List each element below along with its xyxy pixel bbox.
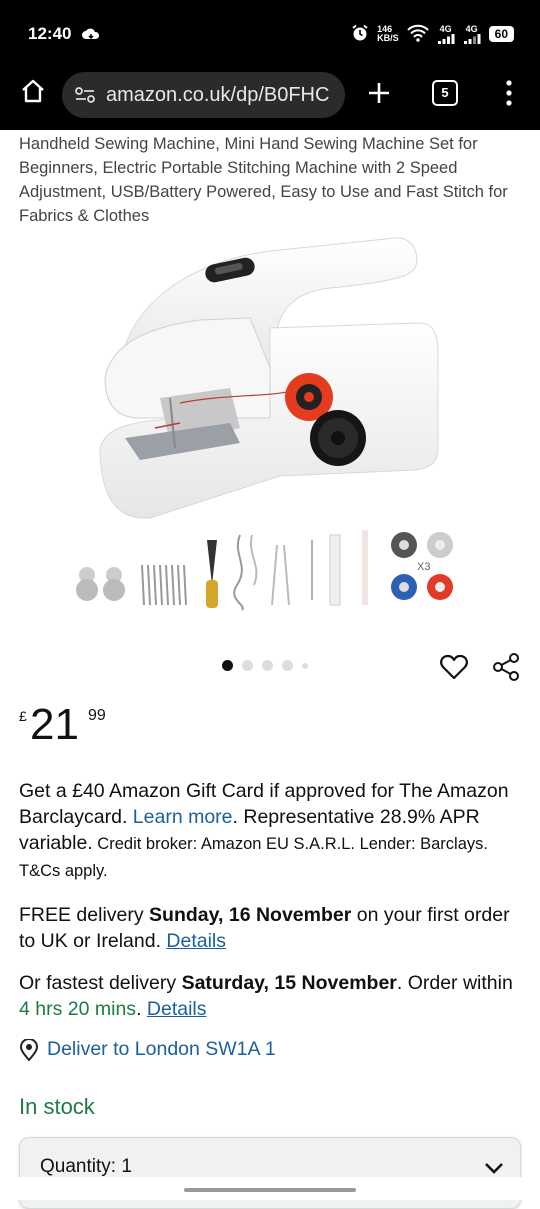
status-icons: 146 KB/S 4G 4G 60 (351, 24, 514, 44)
system-nav-bar (0, 1177, 540, 1200)
alarm-icon (351, 24, 369, 44)
cloud-icon (82, 26, 100, 45)
signal-icon-2: 4G (463, 24, 481, 44)
clock: 12:40 (28, 24, 72, 43)
learn-more-link[interactable]: Learn more (133, 806, 233, 828)
credit-offer: Get a £40 Amazon Gift Card if approved f… (19, 780, 509, 880)
image-carousel-indicator[interactable] (222, 660, 308, 671)
free-delivery-info: FREE delivery Sunday, 16 November on you… (19, 904, 510, 952)
carousel-dot[interactable] (222, 660, 233, 671)
status-bar: 12:40 146 KB/S 4G 4G 60 (0, 0, 540, 64)
net-speed: 146 KB/S (377, 24, 399, 43)
price-whole: 21 (30, 700, 79, 749)
address-bar[interactable]: amazon.co.uk/dp/B0FHC (62, 72, 345, 118)
heart-icon[interactable] (439, 652, 469, 682)
product-image[interactable] (80, 228, 460, 528)
battery-indicator: 60 (488, 26, 514, 42)
overflow-menu-icon[interactable] (504, 78, 514, 108)
carousel-dot[interactable] (242, 660, 253, 671)
tab-switcher-button[interactable]: 5 (432, 80, 458, 106)
signal-icon-1: 4G (437, 24, 455, 44)
url-text: amazon.co.uk/dp/B0FHC (106, 83, 330, 106)
location-pin-icon (19, 1038, 39, 1061)
gesture-handle[interactable] (184, 1188, 356, 1192)
fastest-delivery-info: Or fastest delivery Saturday, 15 Novembe… (19, 972, 513, 1020)
fast-delivery-details-link[interactable]: Details (147, 998, 207, 1020)
carousel-dot[interactable] (282, 660, 293, 671)
deliver-to-link[interactable]: Deliver to London SW1A 1 (19, 1038, 276, 1061)
carousel-dot[interactable] (262, 660, 273, 671)
browser-toolbar: amazon.co.uk/dp/B0FHC 5 (0, 64, 540, 130)
new-tab-icon[interactable] (364, 78, 394, 108)
product-title: Handheld Sewing Machine, Mini Hand Sewin… (19, 135, 508, 225)
delivery-details-link[interactable]: Details (166, 930, 226, 952)
price-currency: £ (19, 708, 27, 724)
delivery-countdown: 4 hrs 20 mins (19, 998, 137, 1020)
site-settings-icon[interactable] (74, 84, 96, 106)
accessories-image: X3 (76, 530, 453, 611)
share-icon[interactable] (491, 652, 521, 682)
price-fraction: 99 (88, 707, 106, 724)
stock-status: In stock (19, 1094, 95, 1119)
accessory-multiplier: X3 (417, 561, 430, 573)
quantity-label: Quantity: 1 (40, 1156, 132, 1177)
wifi-icon (406, 24, 429, 44)
home-icon[interactable] (20, 78, 46, 108)
carousel-dot[interactable] (302, 662, 308, 669)
